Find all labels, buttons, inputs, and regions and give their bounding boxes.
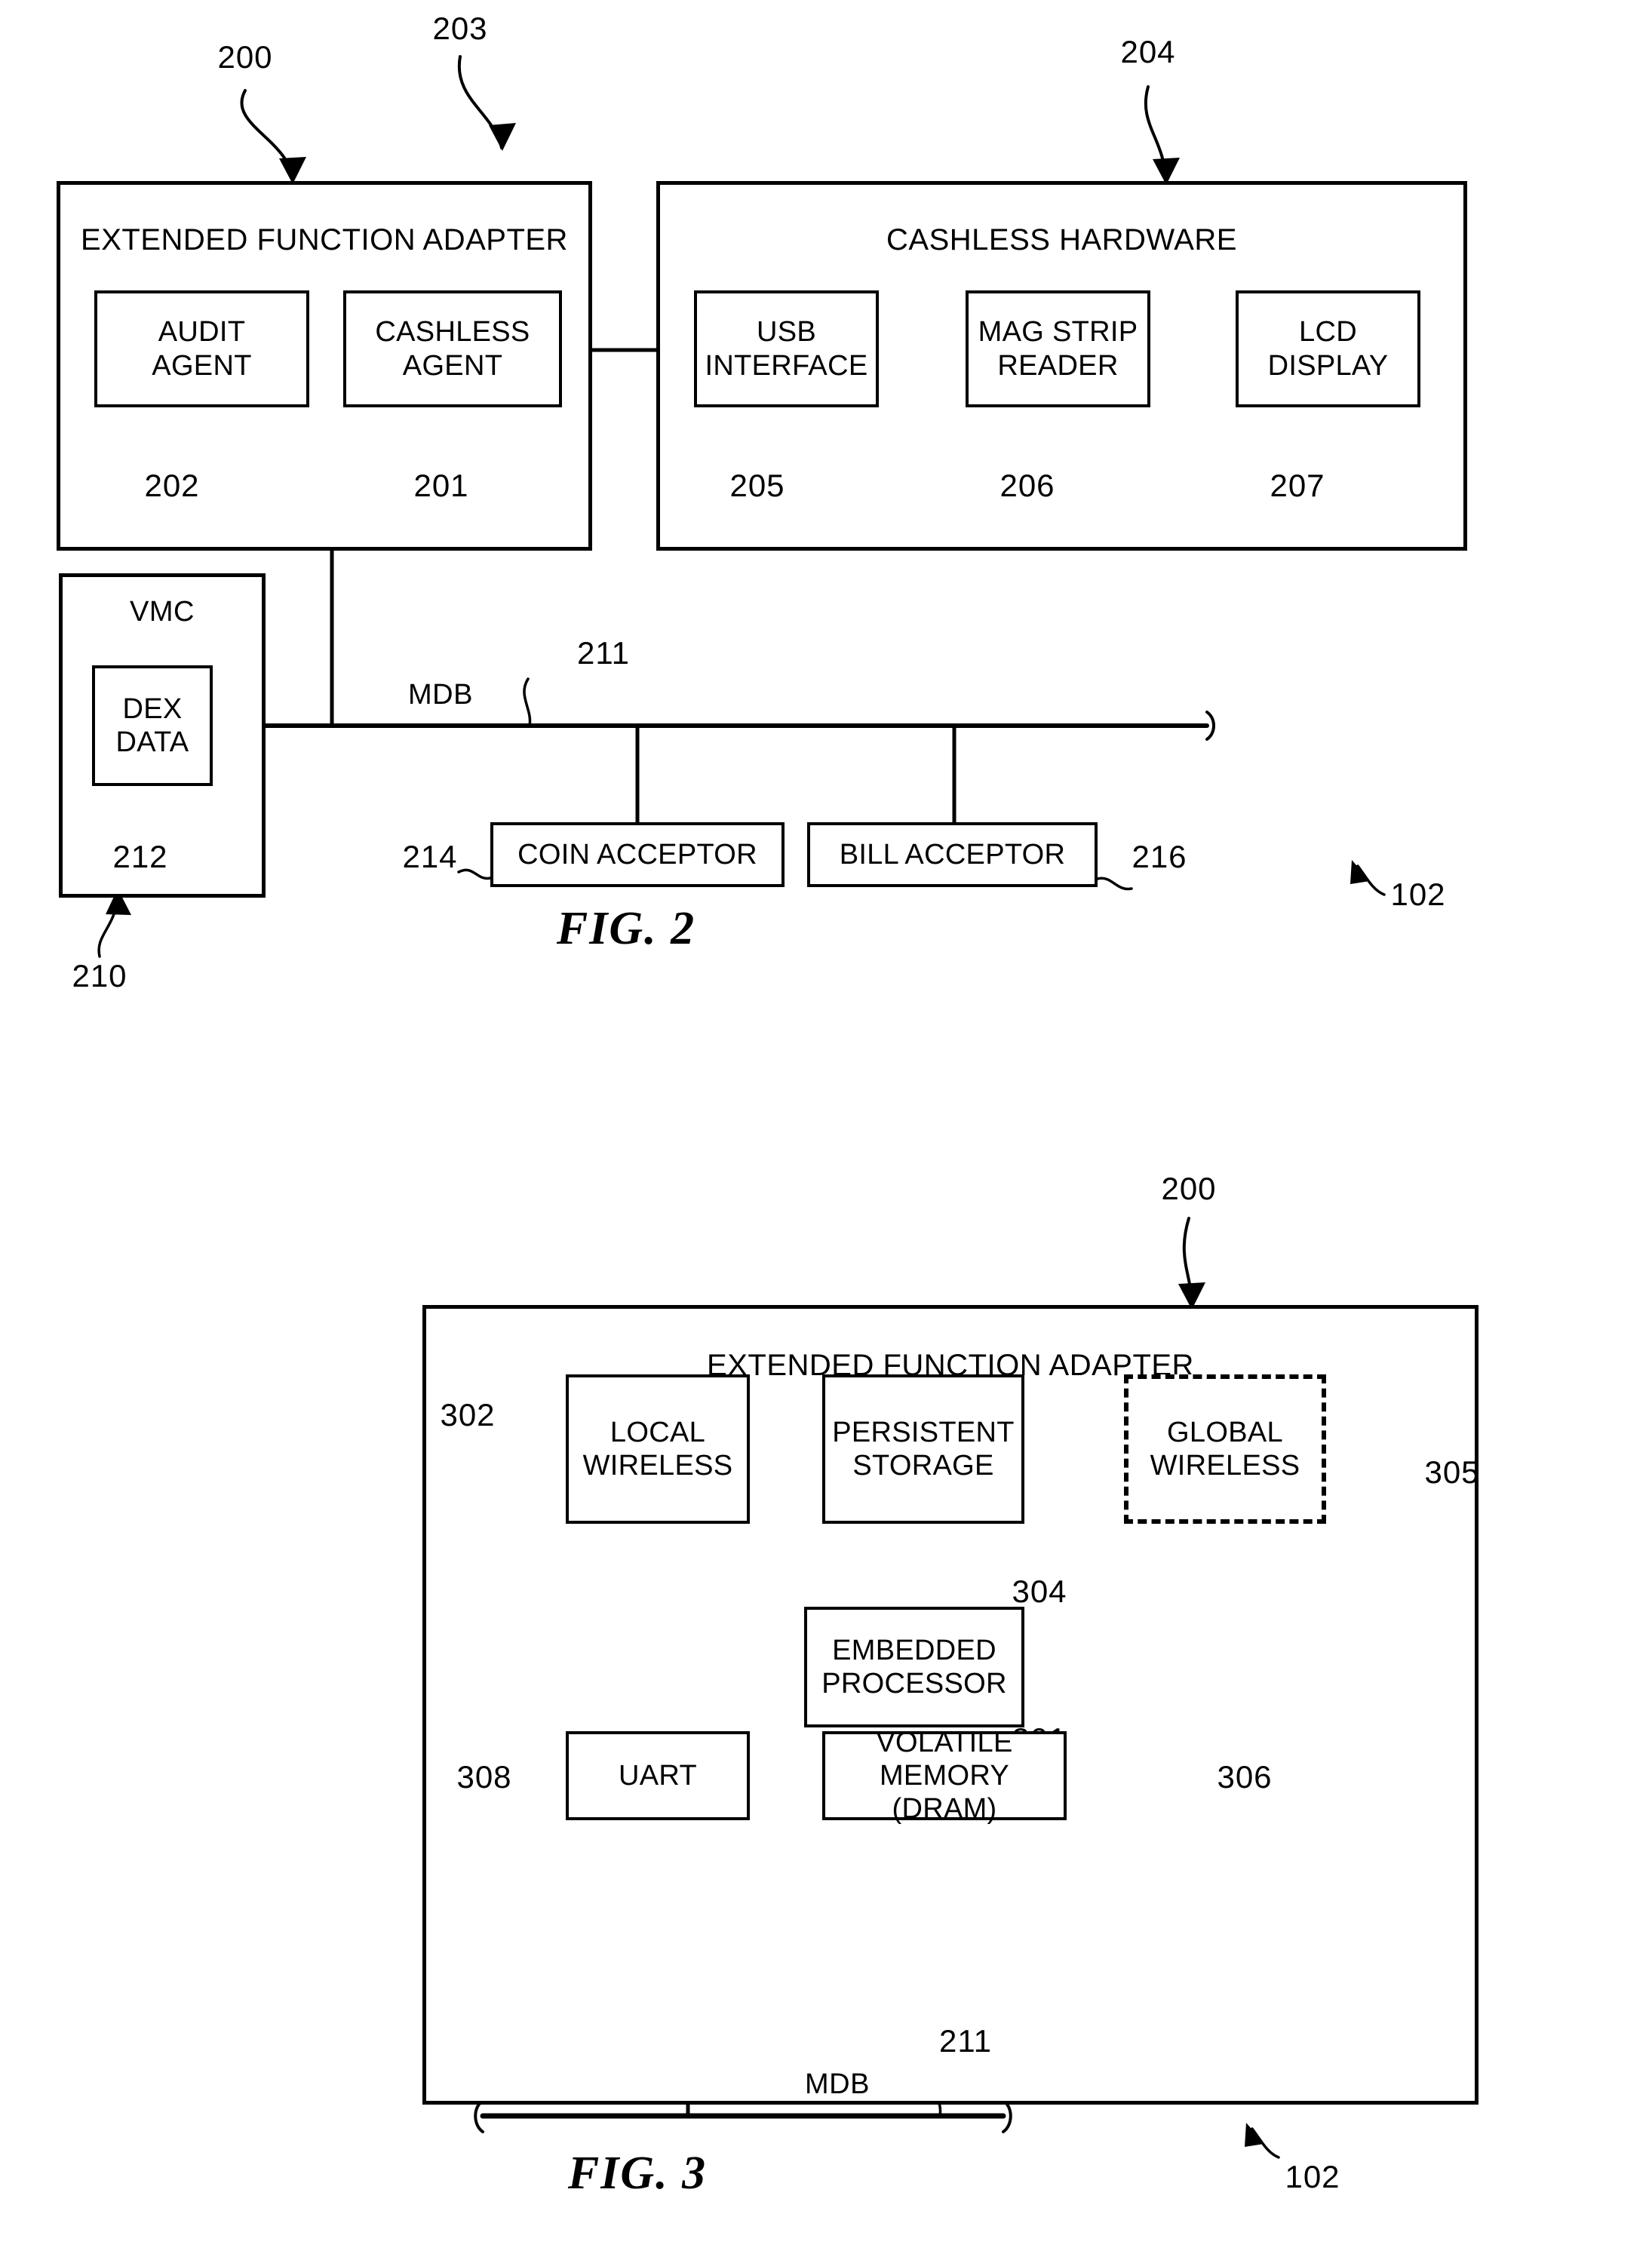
ref-308: 308 [456, 1759, 512, 1795]
figure-2-caption: FIG. 2 [556, 903, 696, 954]
ref-207: 207 [1270, 468, 1325, 503]
ref-304: 304 [1012, 1574, 1067, 1609]
ref-200-fig3: 200 [1161, 1171, 1217, 1206]
ref-211-fig2: 211 [577, 635, 630, 671]
ref-204: 204 [1120, 34, 1176, 69]
uart-box: UART [566, 1731, 750, 1820]
vmc-title: VMC [130, 596, 195, 628]
ref-302: 302 [440, 1397, 496, 1432]
ref-305: 305 [1424, 1454, 1480, 1490]
cashless-agent-box: CASHLESS AGENT [343, 290, 562, 407]
lcd-display-label: LCD DISPLAY [1267, 316, 1389, 382]
usb-interface-label: USB INTERFACE [705, 316, 868, 382]
cashless-hardware-title: CASHLESS HARDWARE [886, 223, 1237, 256]
usb-interface-box: USB INTERFACE [694, 290, 879, 407]
persistent-storage-label: PERSISTENT STORAGE [832, 1416, 1015, 1482]
figure-3-caption: FIG. 3 [567, 2148, 708, 2199]
extended-function-adapter-title-fig2: EXTENDED FUNCTION ADAPTER [81, 223, 568, 256]
local-wireless-box: LOCAL WIRELESS [566, 1374, 750, 1524]
dex-data-box: DEX DATA [92, 665, 213, 786]
ref-214: 214 [402, 839, 458, 874]
global-wireless-box: GLOBAL WIRELESS [1124, 1374, 1326, 1524]
global-wireless-label: GLOBAL WIRELESS [1150, 1416, 1300, 1482]
persistent-storage-box: PERSISTENT STORAGE [822, 1374, 1024, 1524]
dex-data-label: DEX DATA [115, 692, 189, 758]
ref-102-fig2: 102 [1390, 877, 1446, 912]
cashless-agent-label: CASHLESS AGENT [375, 316, 530, 382]
mdb-bus-label-fig3: MDB [805, 2068, 870, 2100]
ref-306: 306 [1217, 1759, 1273, 1795]
ref-203: 203 [432, 11, 488, 46]
audit-agent-box: AUDIT AGENT [94, 290, 309, 407]
ref-102-fig3: 102 [1285, 2159, 1340, 2194]
local-wireless-label: LOCAL WIRELESS [582, 1416, 733, 1482]
ref-202: 202 [144, 468, 200, 503]
ref-205: 205 [729, 468, 785, 503]
ref-212: 212 [112, 839, 168, 874]
ref-211-fig3: 211 [939, 2023, 992, 2059]
ref-206: 206 [999, 468, 1055, 503]
ref-216: 216 [1132, 839, 1187, 874]
bill-acceptor-label: BILL ACCEPTOR [839, 838, 1066, 871]
ref-200-fig2: 200 [217, 39, 273, 75]
patent-drawing-sheet: 200 203 204 EXTENDED FUNCTION ADAPTER AU… [0, 0, 1652, 2260]
mag-strip-reader-box: MAG STRIP READER [966, 290, 1150, 407]
volatile-memory-label: VOLATILE MEMORY (DRAM) [876, 1726, 1013, 1826]
ref-201: 201 [413, 468, 469, 503]
coin-acceptor-label: COIN ACCEPTOR [517, 838, 757, 871]
mag-strip-reader-label: MAG STRIP READER [978, 316, 1138, 382]
uart-label: UART [619, 1759, 697, 1792]
embedded-processor-box: EMBEDDED PROCESSOR [804, 1607, 1024, 1727]
bill-acceptor-box: BILL ACCEPTOR [807, 822, 1098, 887]
lcd-display-box: LCD DISPLAY [1236, 290, 1420, 407]
embedded-processor-label: EMBEDDED PROCESSOR [821, 1634, 1007, 1700]
volatile-memory-box: VOLATILE MEMORY (DRAM) [822, 1727, 1067, 1825]
audit-agent-label: AUDIT AGENT [152, 316, 252, 382]
mdb-bus-label-fig2: MDB [408, 679, 473, 711]
ref-210: 210 [72, 958, 127, 993]
coin-acceptor-box: COIN ACCEPTOR [490, 822, 785, 887]
